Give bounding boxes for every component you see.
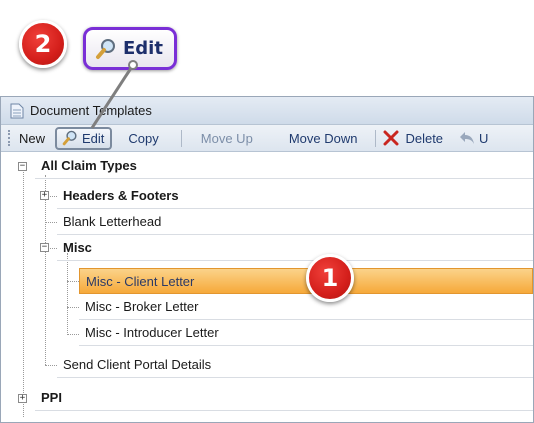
toolbar-separator xyxy=(375,129,377,147)
document-icon xyxy=(10,103,24,118)
tree-line xyxy=(23,167,24,417)
tree-node-label: Misc - Broker Letter xyxy=(85,299,199,314)
undo-label: U xyxy=(479,130,489,146)
tree-node-headers-footers[interactable]: Headers & Footers xyxy=(57,183,533,209)
toolbar: New Edit Copy Move Up Move Down Delete U xyxy=(1,125,533,152)
magnifier-icon xyxy=(62,130,77,146)
tree-line xyxy=(45,175,46,365)
tree-line xyxy=(67,307,79,308)
expand-toggle-icon[interactable]: + xyxy=(18,394,27,403)
undo-button[interactable]: U xyxy=(445,127,494,150)
step-2-badge: 2 xyxy=(19,20,67,68)
delete-button[interactable]: Delete xyxy=(381,127,445,150)
tree-node-send-client-portal-details[interactable]: Send Client Portal Details xyxy=(57,352,533,378)
undo-arrow-icon xyxy=(460,132,475,144)
delete-label: Delete xyxy=(405,130,444,146)
step-1-badge: 1 xyxy=(306,254,354,302)
tree-node-ppi[interactable]: PPI xyxy=(35,385,533,411)
collapse-toggle-icon[interactable]: − xyxy=(18,162,27,171)
window-title: Document Templates xyxy=(30,103,152,118)
copy-button[interactable]: Copy xyxy=(112,127,164,150)
tree-node-label: Misc xyxy=(63,240,92,255)
tree-node-misc-broker-letter[interactable]: Misc - Broker Letter xyxy=(79,294,533,320)
tree-line xyxy=(67,281,79,282)
magnifier-icon xyxy=(96,38,115,59)
tree-node-label: Blank Letterhead xyxy=(63,214,162,229)
delete-x-icon xyxy=(383,130,399,146)
template-tree: All Claim Types − Headers & Footers + Bl… xyxy=(1,153,533,423)
collapse-toggle-icon[interactable]: − xyxy=(40,243,49,252)
document-templates-window: Document Templates New Edit Copy Move Up… xyxy=(0,96,534,423)
tree-node-all-claim-types[interactable]: All Claim Types xyxy=(35,153,533,179)
move-down-button[interactable]: Move Down xyxy=(259,127,364,150)
tree-line xyxy=(45,222,57,223)
tree-node-label: All Claim Types xyxy=(41,158,137,173)
tree-node-label: PPI xyxy=(41,390,62,405)
tree-node-misc[interactable]: Misc xyxy=(57,235,533,261)
tree-node-blank-letterhead[interactable]: Blank Letterhead xyxy=(57,209,533,235)
expand-toggle-icon[interactable]: + xyxy=(40,191,49,200)
tree-line xyxy=(45,365,57,366)
tree-line xyxy=(67,253,68,335)
tree-node-label: Send Client Portal Details xyxy=(63,357,212,372)
toolbar-separator xyxy=(180,129,182,147)
edit-button[interactable]: Edit xyxy=(55,126,113,150)
tree-node-label: Misc - Client Letter xyxy=(86,273,195,289)
title-bar: Document Templates xyxy=(1,97,533,125)
tree-line xyxy=(67,334,79,335)
zoomed-edit-callout: Edit xyxy=(83,27,177,70)
edit-label: Edit xyxy=(82,130,105,146)
zoomed-edit-label: Edit xyxy=(123,38,163,59)
move-up-button[interactable]: Move Up xyxy=(187,127,259,150)
tree-node-label: Misc - Introducer Letter xyxy=(85,325,219,340)
new-button[interactable]: New xyxy=(11,127,51,150)
tree-node-label: Headers & Footers xyxy=(63,188,179,203)
tree-node-misc-introducer-letter[interactable]: Misc - Introducer Letter xyxy=(79,320,533,346)
